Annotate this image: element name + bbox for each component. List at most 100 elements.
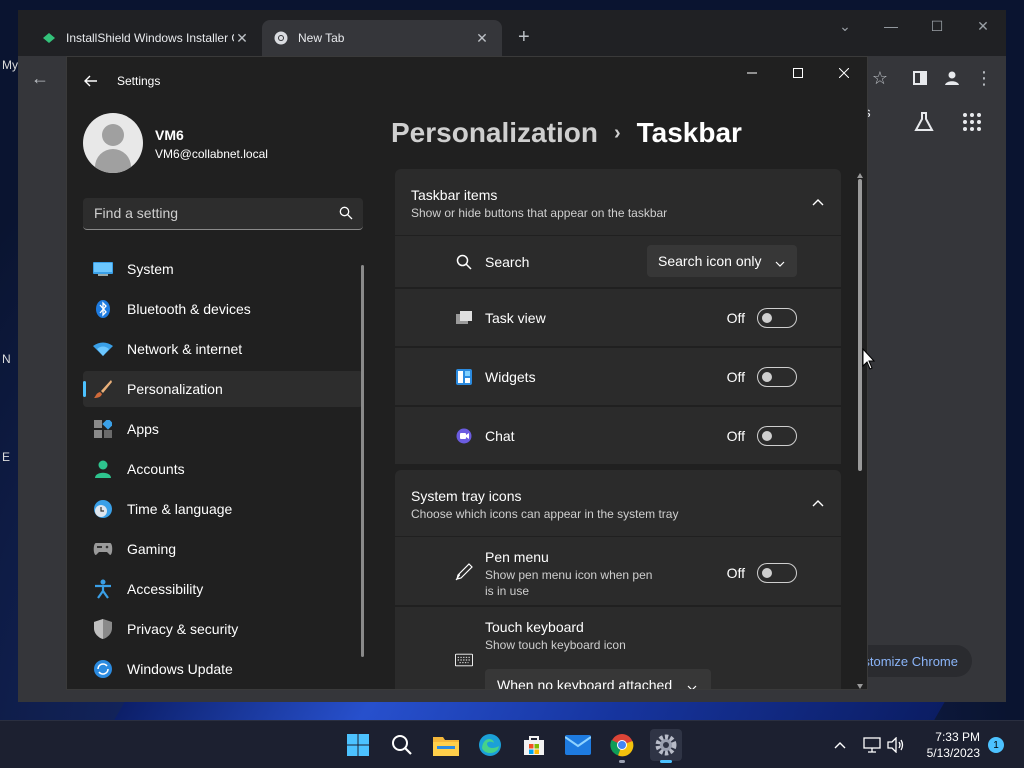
nav-item-label: Network & internet xyxy=(127,341,243,357)
find-setting-box[interactable] xyxy=(83,198,363,230)
bluetooth-icon xyxy=(93,299,113,319)
toggle-state: Off xyxy=(726,565,745,581)
labs-flask-icon[interactable] xyxy=(912,110,936,134)
row-label: Search xyxy=(485,254,530,270)
maximize-icon[interactable]: ☐ xyxy=(914,10,960,42)
touch-keyboard-dropdown[interactable]: When no keyboard attached xyxy=(485,669,711,690)
chevron-up-icon[interactable] xyxy=(830,735,850,755)
minimize-icon[interactable]: — xyxy=(868,10,914,42)
tab-search-icon[interactable]: ⌄ xyxy=(822,10,868,42)
search-mode-dropdown[interactable]: Search icon only xyxy=(647,245,797,277)
nav-item-privacy[interactable]: Privacy & security xyxy=(83,611,363,647)
apps-icon xyxy=(93,419,113,439)
page-title: Taskbar xyxy=(636,117,742,148)
side-panel-icon[interactable] xyxy=(904,62,936,94)
nav-item-system[interactable]: System xyxy=(83,251,363,287)
nav-item-time-language[interactable]: Time & language xyxy=(83,491,363,527)
more-menu-icon[interactable]: ⋮ xyxy=(968,62,1000,94)
taskbar-items-header[interactable]: Taskbar items Show or hide buttons that … xyxy=(395,169,841,235)
nav-item-label: Windows Update xyxy=(127,661,233,677)
chrome-tab-title: InstallShield Windows Installer Ge xyxy=(66,31,234,45)
window-title: Settings xyxy=(117,74,161,88)
nav-item-label: Gaming xyxy=(127,541,177,557)
system-clock[interactable]: 7:33 PM 5/13/2023 xyxy=(910,729,980,761)
breadcrumb-parent[interactable]: Personalization xyxy=(391,117,598,149)
nav-item-label: Accessibility xyxy=(127,581,204,597)
network-icon[interactable] xyxy=(862,735,882,755)
desktop-icon-label[interactable]: E xyxy=(2,450,10,464)
section-subtitle: Show or hide buttons that appear on the … xyxy=(411,206,668,220)
scrollbar-thumb[interactable] xyxy=(858,179,862,471)
nav-item-label: Bluetooth & devices xyxy=(127,301,251,317)
chevron-up-icon[interactable] xyxy=(811,195,825,209)
maximize-icon[interactable] xyxy=(775,57,821,89)
nav-item-bluetooth[interactable]: Bluetooth & devices xyxy=(83,291,363,327)
dropdown-value: When no keyboard attached xyxy=(497,677,673,690)
windows-update-icon xyxy=(93,659,113,679)
chevron-up-icon[interactable] xyxy=(811,496,825,510)
chat-toggle[interactable] xyxy=(757,426,797,446)
task-view-toggle[interactable] xyxy=(757,308,797,328)
row-label: Touch keyboard xyxy=(485,619,584,635)
bookmark-star-icon[interactable]: ☆ xyxy=(864,62,896,94)
notification-badge[interactable]: 1 xyxy=(988,737,1004,753)
apps-grid-icon[interactable] xyxy=(960,110,984,134)
scroll-up-icon[interactable] xyxy=(857,167,863,178)
settings-nav: System Bluetooth & devices Network & int… xyxy=(83,251,363,689)
shield-icon xyxy=(93,619,113,639)
nav-item-personalization[interactable]: Personalization xyxy=(83,371,363,407)
nav-item-accounts[interactable]: Accounts xyxy=(83,451,363,487)
chrome-tab-installshield[interactable]: InstallShield Windows Installer Ge ✕ xyxy=(30,20,262,56)
nav-item-gaming[interactable]: Gaming xyxy=(83,531,363,567)
chrome-icon[interactable] xyxy=(606,729,638,763)
store-icon[interactable] xyxy=(518,729,550,761)
search-icon[interactable] xyxy=(339,206,353,220)
taskbar: 7:33 PM 5/13/2023 1 xyxy=(0,720,1024,768)
chevron-down-icon xyxy=(775,256,785,267)
widgets-toggle[interactable] xyxy=(757,367,797,387)
nav-item-apps[interactable]: Apps xyxy=(83,411,363,447)
accounts-icon xyxy=(93,459,113,479)
pen-menu-toggle[interactable] xyxy=(757,563,797,583)
nav-item-network[interactable]: Network & internet xyxy=(83,331,363,367)
nav-item-label: Time & language xyxy=(127,501,233,517)
scroll-down-icon[interactable] xyxy=(857,677,863,689)
nav-item-windows-update[interactable]: Windows Update xyxy=(83,651,363,687)
clock-time: 7:33 PM xyxy=(935,730,980,744)
section-title: Taskbar items xyxy=(411,187,498,203)
nav-item-label: System xyxy=(127,261,174,277)
volume-icon[interactable] xyxy=(886,735,906,755)
settings-content: Taskbar items Show or hide buttons that … xyxy=(395,169,841,690)
edge-icon[interactable] xyxy=(474,729,506,761)
settings-icon[interactable] xyxy=(650,729,682,763)
content-scrollbar[interactable] xyxy=(857,167,863,689)
chevron-right-icon: › xyxy=(613,121,621,144)
desktop-icon-label[interactable]: My xyxy=(2,58,18,72)
close-icon[interactable]: ✕ xyxy=(960,10,1006,42)
section-title: System tray icons xyxy=(411,488,522,504)
close-tab-icon[interactable]: ✕ xyxy=(234,30,250,47)
windows-start-icon[interactable] xyxy=(342,729,374,761)
nav-scrollbar[interactable] xyxy=(361,265,364,657)
new-tab-button[interactable]: + xyxy=(518,26,530,49)
search-icon xyxy=(455,253,473,271)
profile-icon[interactable] xyxy=(936,62,968,94)
chevron-down-icon xyxy=(687,680,697,689)
search-icon[interactable] xyxy=(386,729,418,761)
minimize-icon[interactable] xyxy=(729,57,775,89)
close-tab-icon[interactable]: ✕ xyxy=(474,30,490,47)
running-indicator xyxy=(619,760,625,763)
toggle-state: Off xyxy=(726,428,745,444)
back-arrow-icon[interactable] xyxy=(81,71,101,91)
system-tray-header[interactable]: System tray icons Choose which icons can… xyxy=(395,470,841,536)
desktop-icon-label[interactable]: N xyxy=(2,352,11,366)
back-icon[interactable]: ← xyxy=(24,62,56,94)
file-explorer-icon[interactable] xyxy=(430,729,462,761)
search-input[interactable] xyxy=(83,198,333,228)
chrome-tab-new-tab[interactable]: New Tab ✕ xyxy=(262,20,502,56)
nav-item-accessibility[interactable]: Accessibility xyxy=(83,571,363,607)
row-label: Widgets xyxy=(485,369,536,385)
mail-icon[interactable] xyxy=(562,729,594,761)
chat-icon xyxy=(455,427,473,445)
close-icon[interactable] xyxy=(821,57,867,89)
